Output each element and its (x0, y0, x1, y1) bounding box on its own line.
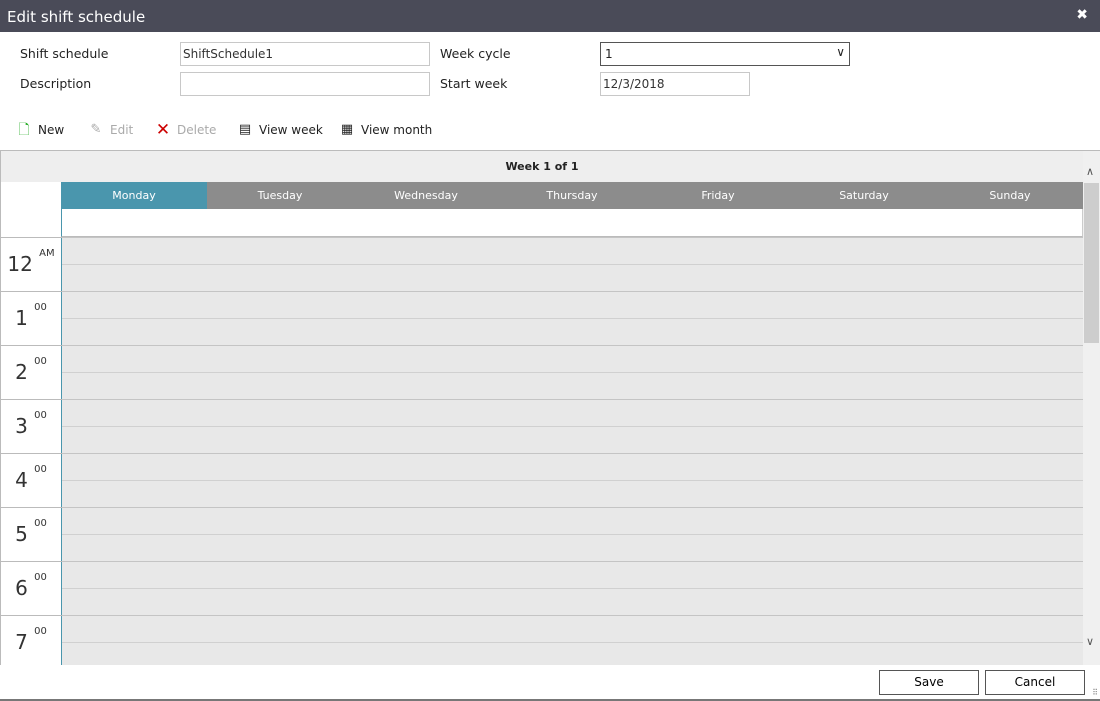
shift-schedule-input[interactable] (180, 42, 430, 66)
week-cycle-select[interactable]: 1 ∨ (600, 42, 850, 66)
hour-number: 2 (15, 360, 28, 384)
hour-suffix: 00 (34, 464, 47, 475)
day-header-tuesday[interactable]: Tuesday (207, 182, 353, 209)
all-day-row[interactable] (61, 209, 1083, 237)
slot-line (62, 561, 1083, 562)
hour-number: 5 (15, 522, 28, 546)
hour-suffix: 00 (34, 572, 47, 583)
calendar-week-icon: ▤ (238, 122, 252, 137)
slot-line (62, 399, 1083, 400)
week-calendar: Week 1 of 1 Monday Tuesday Wednesday Thursd… (0, 150, 1100, 665)
hour-number: 7 (15, 630, 28, 654)
dialog-footer: Save Cancel ⠿ (0, 665, 1100, 701)
hour-label: 4 00 (0, 453, 62, 507)
hour-suffix: 00 (34, 518, 47, 529)
new-label: New (38, 123, 65, 137)
cancel-button[interactable]: Cancel (985, 670, 1085, 695)
hour-label: 2 00 (0, 345, 62, 399)
day-header-wednesday[interactable]: Wednesday (353, 182, 499, 209)
day-header-friday[interactable]: Friday (645, 182, 791, 209)
slot-line (62, 507, 1083, 508)
edit-icon: ✎ (90, 122, 102, 137)
description-label: Description (20, 76, 92, 91)
slot-line (62, 372, 1083, 373)
slot-line (62, 642, 1083, 643)
hour-suffix: 00 (34, 626, 47, 637)
scroll-down-icon[interactable]: ∨ (1086, 635, 1094, 648)
edit-label: Edit (110, 123, 134, 137)
day-header-thursday[interactable]: Thursday (499, 182, 645, 209)
slot-line (62, 291, 1083, 292)
hour-suffix: AM (39, 248, 55, 259)
hour-label: 1 00 (0, 291, 62, 345)
slot-line (62, 264, 1083, 265)
chevron-down-icon: ∨ (836, 45, 845, 59)
slot-line (62, 615, 1083, 616)
hour-label: 12 AM (0, 237, 62, 291)
start-week-input[interactable] (600, 72, 750, 96)
hour-label: 3 00 (0, 399, 62, 453)
scrollbar-thumb[interactable] (1084, 183, 1099, 343)
hour-number: 4 (15, 468, 28, 492)
slot-line (62, 345, 1083, 346)
hour-label: 6 00 (0, 561, 62, 615)
day-header-sunday[interactable]: Sunday (937, 182, 1083, 209)
hour-suffix: 00 (34, 410, 47, 421)
slot-line (62, 426, 1083, 427)
hour-suffix: 00 (34, 356, 47, 367)
slot-line (62, 480, 1083, 481)
edit-button[interactable]: ✎ Edit (88, 120, 134, 140)
dialog-titlebar: Edit shift schedule ✖ (0, 0, 1100, 32)
new-button[interactable]: 🗋 New (16, 120, 64, 140)
dialog-title: Edit shift schedule (7, 8, 146, 26)
hour-number: 6 (15, 576, 28, 600)
new-document-icon: 🗋 (18, 122, 30, 138)
view-week-label: View week (259, 123, 323, 137)
vertical-scrollbar[interactable]: ∧ ∨ (1083, 151, 1100, 665)
view-week-button[interactable]: ▤ View week (237, 120, 323, 140)
slot-line (62, 588, 1083, 589)
view-month-button[interactable]: ▦ View month (339, 120, 432, 140)
calendar-month-icon: ▦ (340, 122, 354, 137)
week-header: Week 1 of 1 (0, 151, 1083, 182)
week-cycle-label: Week cycle (440, 46, 511, 61)
hour-label: 5 00 (0, 507, 62, 561)
slot-line (62, 237, 1083, 238)
time-slots[interactable] (62, 237, 1083, 665)
hour-number: 1 (15, 306, 28, 330)
hour-suffix: 00 (34, 302, 47, 313)
shift-schedule-label: Shift schedule (20, 46, 109, 61)
delete-button[interactable]: ✕ Delete (155, 120, 217, 140)
slot-line (62, 318, 1083, 319)
close-icon[interactable]: ✖ (1076, 7, 1088, 23)
description-input[interactable] (180, 72, 430, 96)
save-button[interactable]: Save (879, 670, 979, 695)
hour-number: 3 (15, 414, 28, 438)
slot-line (62, 453, 1083, 454)
delete-x-icon: ✕ (155, 120, 171, 140)
scroll-up-icon[interactable]: ∧ (1086, 165, 1094, 178)
slot-line (62, 534, 1083, 535)
day-header-monday[interactable]: Monday (61, 182, 207, 209)
hour-label: 7 00 (0, 615, 62, 665)
start-week-label: Start week (440, 76, 508, 91)
delete-label: Delete (177, 123, 217, 137)
hour-number: 12 (7, 252, 33, 276)
resize-grip-icon[interactable]: ⠿ (1092, 688, 1098, 697)
day-header-saturday[interactable]: Saturday (791, 182, 937, 209)
day-headers: Monday Tuesday Wednesday Thursday Friday Satu… (61, 182, 1083, 209)
view-month-label: View month (361, 123, 433, 137)
week-cycle-value: 1 (605, 47, 613, 61)
